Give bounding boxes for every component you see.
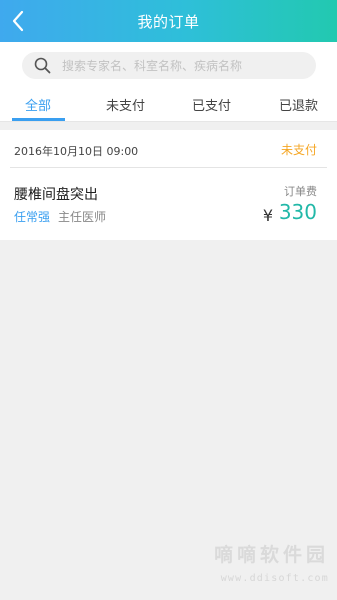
fee-label: 订单费	[284, 185, 317, 198]
search-box[interactable]	[22, 52, 316, 79]
search-bar	[0, 42, 337, 88]
watermark-url: www.ddisoft.com	[220, 573, 329, 584]
order-card[interactable]: 2016年10月10日 09:00 未支付 腰椎间盘突出 任常强 主任医师 订单…	[0, 130, 337, 240]
order-tabs: 全部 未支付 已支付 已退款	[0, 88, 337, 122]
doctor-name-link[interactable]: 任常强	[14, 208, 50, 225]
tab-all[interactable]: 全部	[25, 95, 51, 114]
order-amount: 330	[278, 200, 317, 224]
doctor-title: 主任医师	[58, 210, 107, 224]
page-title: 我的订单	[137, 13, 200, 31]
tab-refunded[interactable]: 已退款	[279, 95, 318, 114]
tab-unpaid[interactable]: 未支付	[106, 95, 145, 114]
order-diagnosis: 腰椎间盘突出	[14, 187, 98, 203]
search-input[interactable]	[62, 52, 307, 79]
watermark-text: 嘀嘀软件园	[213, 544, 329, 566]
currency-symbol: ¥	[262, 206, 273, 225]
search-icon	[34, 57, 51, 74]
card-divider	[10, 167, 327, 168]
order-datetime: 2016年10月10日 09:00	[14, 145, 139, 158]
header-bar: 我的订单	[0, 0, 337, 42]
tab-paid[interactable]: 已支付	[192, 95, 231, 114]
active-tab-indicator	[12, 118, 65, 121]
order-status-badge: 未支付	[280, 143, 317, 157]
